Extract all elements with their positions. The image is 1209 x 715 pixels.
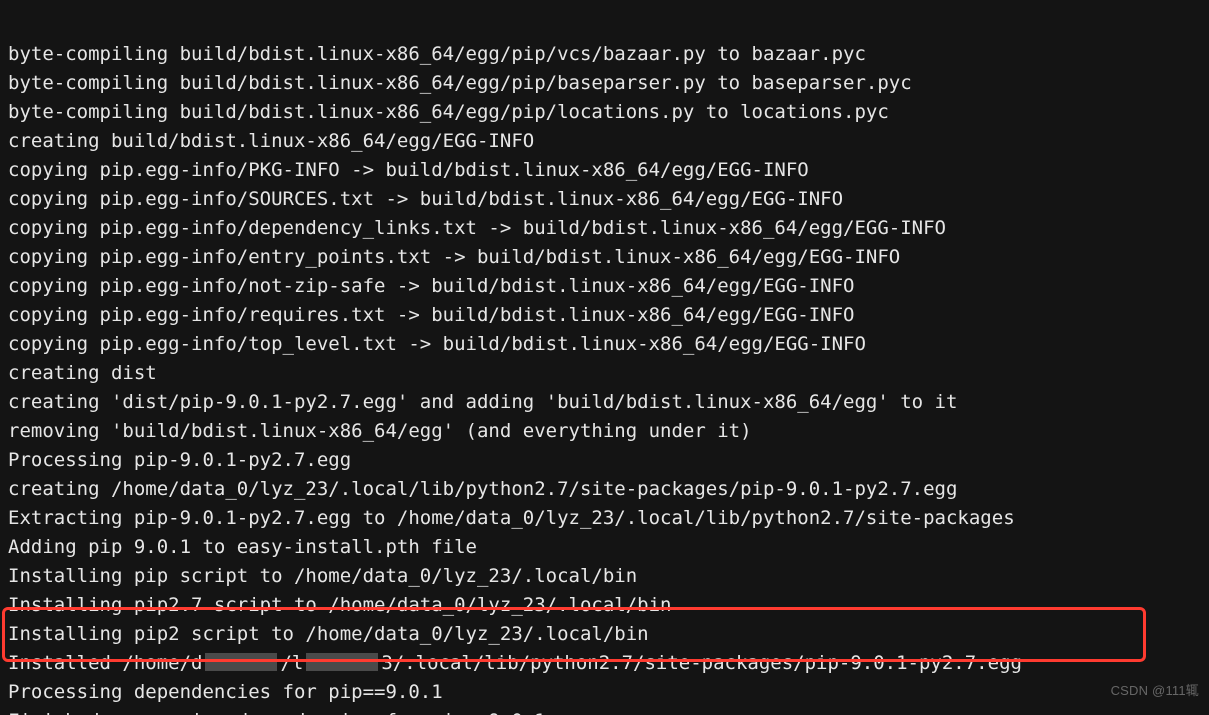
terminal-line: copying pip.egg-info/SOURCES.txt -> buil… bbox=[8, 185, 1201, 214]
terminal-line: Installing pip2 script to /home/data_0/l… bbox=[8, 620, 1201, 649]
terminal-line: Finished processing dependencies for pip… bbox=[8, 707, 1201, 715]
terminal-line: creating 'dist/pip-9.0.1-py2.7.egg' and … bbox=[8, 388, 1201, 417]
terminal-line: creating dist bbox=[8, 359, 1201, 388]
terminal-line: byte-compiling build/bdist.linux-x86_64/… bbox=[8, 69, 1201, 98]
terminal-line: Processing pip-9.0.1-py2.7.egg bbox=[8, 446, 1201, 475]
terminal-line: copying pip.egg-info/top_level.txt -> bu… bbox=[8, 330, 1201, 359]
terminal-line: copying pip.egg-info/PKG-INFO -> build/b… bbox=[8, 156, 1201, 185]
redacted-text bbox=[205, 653, 277, 671]
terminal-line: Installing pip script to /home/data_0/ly… bbox=[8, 562, 1201, 591]
terminal-line: creating /home/data_0/lyz_23/.local/lib/… bbox=[8, 475, 1201, 504]
terminal-line: copying pip.egg-info/entry_points.txt ->… bbox=[8, 243, 1201, 272]
terminal-line: copying pip.egg-info/not-zip-safe -> bui… bbox=[8, 272, 1201, 301]
terminal-line: copying pip.egg-info/requires.txt -> bui… bbox=[8, 301, 1201, 330]
terminal-line: Installed /home/d/l3/.local/lib/python2.… bbox=[8, 649, 1201, 678]
terminal-line: copying pip.egg-info/dependency_links.tx… bbox=[8, 214, 1201, 243]
redacted-text bbox=[306, 653, 378, 671]
terminal-line: Processing dependencies for pip==9.0.1 bbox=[8, 678, 1201, 707]
terminal-line: removing 'build/bdist.linux-x86_64/egg' … bbox=[8, 417, 1201, 446]
terminal-lines: byte-compiling build/bdist.linux-x86_64/… bbox=[8, 40, 1201, 715]
csdn-watermark: CSDN @111辄 bbox=[1111, 676, 1199, 705]
terminal-line: creating build/bdist.linux-x86_64/egg/EG… bbox=[8, 127, 1201, 156]
terminal-output[interactable]: byte-compiling build/bdist.linux-x86_64/… bbox=[0, 0, 1209, 715]
terminal-line: Adding pip 9.0.1 to easy-install.pth fil… bbox=[8, 533, 1201, 562]
terminal-line: Installing pip2.7 script to /home/data_0… bbox=[8, 591, 1201, 620]
terminal-line: Extracting pip-9.0.1-py2.7.egg to /home/… bbox=[8, 504, 1201, 533]
terminal-line: byte-compiling build/bdist.linux-x86_64/… bbox=[8, 40, 1201, 69]
terminal-line: byte-compiling build/bdist.linux-x86_64/… bbox=[8, 98, 1201, 127]
